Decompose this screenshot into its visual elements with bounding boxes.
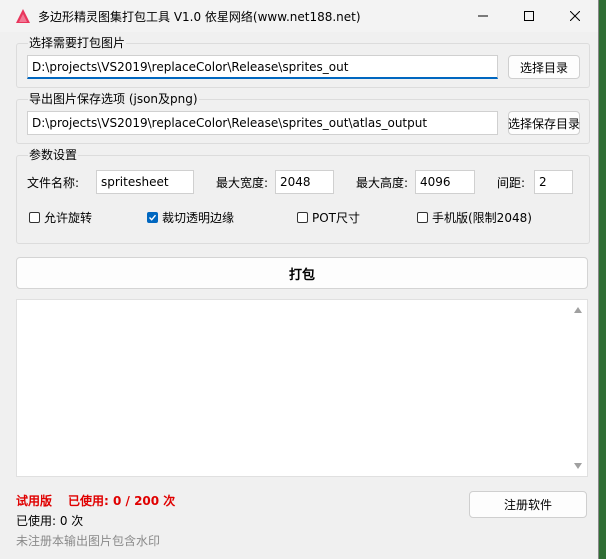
pack-button[interactable]: 打包 — [16, 257, 588, 289]
watermark-note: 未注册本输出图片包含水印 — [16, 534, 161, 548]
title-bar: 多边形精灵图集打包工具 V1.0 依星网络(www.net188.net) — [0, 0, 598, 32]
app-triangle-icon — [16, 9, 30, 23]
used-count-label: 已使用: 0 次 — [16, 514, 84, 528]
minimize-icon — [478, 15, 488, 17]
output-group-label: 导出图片保存选项 (json及png) — [28, 90, 199, 107]
max-width-label: 最大宽度: — [216, 176, 269, 190]
trim-transparent-label: 裁切透明边缘 — [162, 211, 235, 225]
trim-transparent-checkbox[interactable]: 裁切透明边缘 — [147, 209, 234, 226]
spacing-field[interactable]: 2 — [534, 170, 573, 194]
max-width-field[interactable]: 2048 — [275, 170, 334, 194]
checkbox-box — [297, 212, 308, 223]
minimize-button[interactable] — [460, 0, 506, 32]
maximize-button[interactable] — [506, 0, 552, 32]
filename-field[interactable]: spritesheet — [96, 170, 194, 194]
select-save-dir-button[interactable]: 选择保存目录 — [508, 111, 580, 135]
checkbox-box-checked — [147, 212, 158, 223]
log-scrollbar[interactable] — [570, 300, 587, 476]
output-dir-field[interactable]: D:\projects\VS2019\replaceColor\Release\… — [27, 111, 498, 135]
checkbox-box — [29, 212, 40, 223]
checkmark-icon — [149, 214, 157, 221]
params-group-label: 参数设置 — [28, 146, 79, 163]
close-icon — [570, 11, 580, 21]
params-group: 参数设置 文件名称: spritesheet 最大宽度: 2048 最大高度: … — [16, 146, 590, 244]
pot-size-label: POT尺寸 — [312, 211, 361, 225]
trial-label: 试用版 — [16, 494, 53, 508]
used-limit-label: 已使用: 0 / 200 次 — [68, 494, 176, 508]
input-dir-field[interactable]: D:\projects\VS2019\replaceColor\Release\… — [27, 55, 498, 79]
checkbox-box — [417, 212, 428, 223]
log-textarea[interactable] — [16, 299, 588, 477]
mobile-limit-label: 手机版(限制2048) — [432, 211, 532, 225]
maximize-icon — [524, 11, 534, 21]
max-height-field[interactable]: 4096 — [415, 170, 475, 194]
mobile-limit-checkbox[interactable]: 手机版(限制2048) — [417, 209, 532, 226]
main-window: 多边形精灵图集打包工具 V1.0 依星网络(www.net188.net) 选择… — [0, 0, 599, 559]
input-group: 选择需要打包图片 D:\projects\VS2019\replaceColor… — [16, 34, 590, 88]
input-group-label: 选择需要打包图片 — [28, 34, 127, 51]
allow-rotation-label: 允许旋转 — [44, 211, 93, 225]
register-button[interactable]: 注册软件 — [469, 491, 587, 518]
allow-rotation-checkbox[interactable]: 允许旋转 — [29, 209, 92, 226]
output-group: 导出图片保存选项 (json及png) D:\projects\VS2019\r… — [16, 90, 590, 144]
close-button[interactable] — [552, 0, 598, 32]
max-height-label: 最大高度: — [356, 176, 409, 190]
select-dir-button[interactable]: 选择目录 — [508, 55, 580, 79]
scroll-up-icon[interactable] — [574, 307, 582, 313]
background-window-edge — [599, 0, 606, 559]
spacing-label: 间距: — [497, 176, 526, 190]
window-title: 多边形精灵图集打包工具 V1.0 依星网络(www.net188.net) — [38, 10, 361, 24]
filename-label: 文件名称: — [27, 176, 80, 190]
scroll-down-icon[interactable] — [574, 463, 582, 469]
pot-size-checkbox[interactable]: POT尺寸 — [297, 209, 360, 226]
